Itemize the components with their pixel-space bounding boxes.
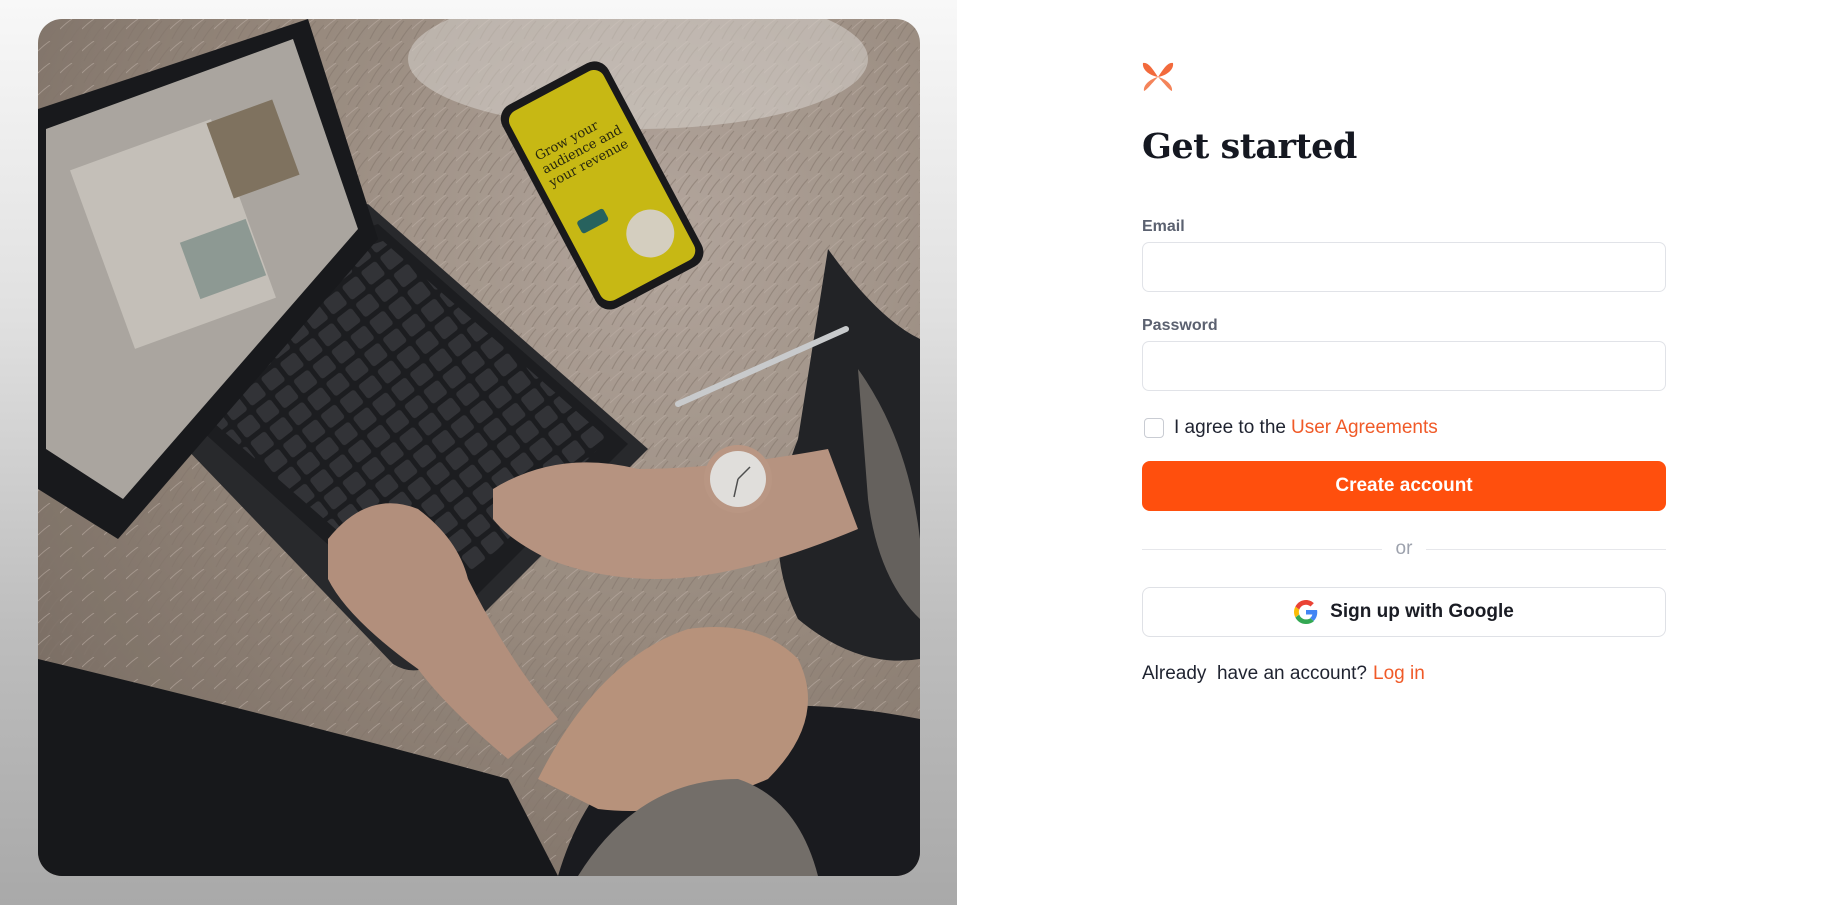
login-prompt-row: Already have an account? Log in xyxy=(1142,663,1666,685)
email-field[interactable] xyxy=(1142,242,1666,292)
user-agreements-link[interactable]: User Agreements xyxy=(1291,417,1438,439)
divider-text: or xyxy=(1395,538,1413,559)
page-title: Get started xyxy=(1142,126,1357,167)
signup-form: Get started Email Password I agree to th… xyxy=(1142,60,1666,685)
divider-line-right xyxy=(1426,548,1666,550)
agreement-row: I agree to the User Agreements xyxy=(1142,417,1666,439)
login-prompt-text: Already have an account? xyxy=(1142,663,1367,684)
create-account-button[interactable]: Create account xyxy=(1142,461,1666,511)
agree-text: I agree to the xyxy=(1174,417,1286,438)
password-field[interactable] xyxy=(1142,341,1666,391)
left-panel: Grow your audience and your revenue xyxy=(0,0,957,905)
password-label: Password xyxy=(1142,317,1218,334)
laptop-photo: Grow your audience and your revenue xyxy=(38,19,920,876)
butterfly-logo-icon xyxy=(1142,62,1174,91)
or-divider: or xyxy=(1142,538,1666,560)
google-button-label: Sign up with Google xyxy=(1330,601,1514,622)
google-icon xyxy=(1294,600,1318,624)
email-label: Email xyxy=(1142,218,1185,235)
agree-checkbox[interactable] xyxy=(1144,418,1164,438)
hero-image: Grow your audience and your revenue xyxy=(38,19,920,876)
right-panel: Get started Email Password I agree to th… xyxy=(957,0,1834,905)
google-signup-button[interactable]: Sign up with Google xyxy=(1142,587,1666,637)
login-link[interactable]: Log in xyxy=(1373,663,1425,684)
divider-line-left xyxy=(1142,548,1382,550)
